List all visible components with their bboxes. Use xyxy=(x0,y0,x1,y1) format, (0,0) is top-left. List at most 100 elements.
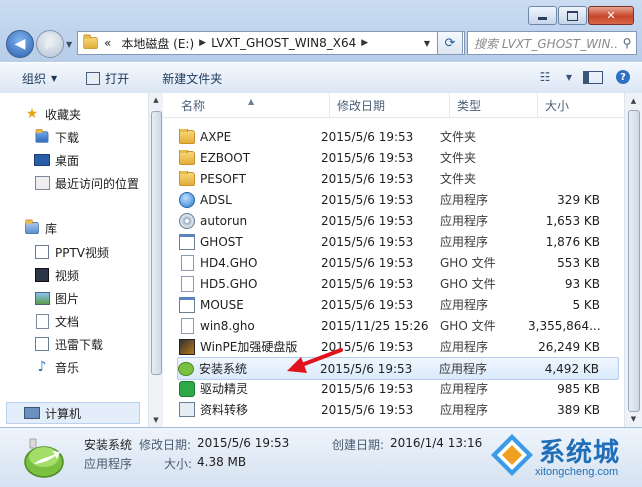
breadcrumb-separator-icon[interactable]: ▶ xyxy=(199,38,206,48)
sidebar-item-libraries[interactable]: 库 xyxy=(24,217,57,239)
file-date: 2015/5/6 19:53 xyxy=(321,213,414,228)
sidebar-item-documents[interactable]: 文档 xyxy=(34,310,79,332)
file-type: 文件夹 xyxy=(440,151,477,165)
sidebar-item-computer[interactable]: 计算机 xyxy=(6,402,140,424)
chevron-down-icon[interactable]: ▼ xyxy=(564,68,574,86)
sidebar-item-favorites[interactable]: ★ 收藏夹 xyxy=(24,103,81,125)
search-box[interactable]: 搜索 LVXT_GHOST_WIN... ⚲ xyxy=(467,31,637,55)
file-size: 553 KB xyxy=(557,255,600,270)
application-icon xyxy=(179,233,195,250)
file-type: 应用程序 xyxy=(440,235,489,249)
file-row[interactable]: WinPE加强硬盘版 2015/5/6 19:53 应用程序 26,249 KB xyxy=(179,336,619,357)
file-size: 329 KB xyxy=(557,192,600,207)
file-row[interactable]: HD5.GHO 2015/5/6 19:53 GHO 文件 93 KB xyxy=(179,273,619,294)
column-headers: 名称 ▲ 修改日期 类型 大小 xyxy=(163,93,642,118)
file-size: 1,876 KB xyxy=(545,234,600,249)
file-name: 驱动精灵 xyxy=(200,382,249,396)
details-modified-value: 2015/5/6 19:53 xyxy=(197,436,290,450)
sidebar-item-desktop[interactable]: 桌面 xyxy=(34,149,79,171)
file-type: 文件夹 xyxy=(440,172,477,186)
file-list: 名称 ▲ 修改日期 类型 大小 AXPE 2015/5/6 19:53 文件夹 EZB… xyxy=(163,93,642,427)
preview-pane-icon[interactable] xyxy=(582,68,604,86)
breadcrumb-folder[interactable]: LVXT_GHOST_WIN8_X64 xyxy=(206,36,361,50)
forward-button[interactable]: ▶ xyxy=(36,30,64,58)
file-type: GHO 文件 xyxy=(440,319,496,333)
scroll-down-icon[interactable]: ▼ xyxy=(149,413,163,427)
sidebar-item-recent[interactable]: 最近访问的位置 xyxy=(34,172,139,194)
history-dropdown-icon[interactable]: ▼ xyxy=(66,40,76,49)
file-size: 389 KB xyxy=(557,402,600,417)
address-bar[interactable]: « 本地磁盘 (E:) ▶ LVXT_GHOST_WIN8_X64 ▶ xyxy=(77,31,465,55)
file-type: 应用程序 xyxy=(440,403,489,417)
breadcrumb-overflow[interactable]: « xyxy=(99,36,116,50)
file-date: 2015/5/6 19:53 xyxy=(321,129,414,144)
file-row[interactable]: 安装系统 2015/5/6 19:53 应用程序 4,492 KB xyxy=(177,357,619,380)
scroll-up-icon[interactable]: ▲ xyxy=(149,93,163,107)
open-button[interactable]: 打开 xyxy=(68,70,140,87)
file-row[interactable]: MOUSE 2015/5/6 19:53 应用程序 5 KB xyxy=(179,294,619,315)
back-button[interactable]: ◀ xyxy=(6,30,34,58)
minimize-button[interactable] xyxy=(528,6,557,25)
maximize-button[interactable] xyxy=(558,6,587,25)
file-icon xyxy=(179,254,195,271)
close-icon: ✕ xyxy=(606,9,616,22)
details-type-value: 应用程序 xyxy=(84,457,133,471)
view-options-icon[interactable]: ☷ xyxy=(534,68,556,86)
organize-button[interactable]: 组织 ▼ xyxy=(0,70,68,87)
file-row[interactable]: AXPE 2015/5/6 19:53 文件夹 xyxy=(179,126,619,147)
address-dropdown-icon[interactable]: ▼ xyxy=(419,32,435,54)
sidebar-item-videos[interactable]: 视频 xyxy=(34,264,79,286)
search-input[interactable]: 搜索 LVXT_GHOST_WIN... xyxy=(468,35,618,52)
xitongcheng-logo-icon xyxy=(491,434,533,476)
file-name: EZBOOT xyxy=(200,150,251,165)
navigation-scrollbar[interactable]: ▲ ▼ xyxy=(148,93,163,427)
file-row[interactable]: autorun 2015/5/6 19:53 应用程序 1,653 KB xyxy=(179,210,619,231)
file-list-scrollbar[interactable]: ▲ ▼ xyxy=(624,93,642,427)
breadcrumb-separator-icon[interactable]: ▶ xyxy=(361,38,368,48)
sidebar-item-downloads[interactable]: 下载 xyxy=(34,126,79,148)
view-controls: ☷ ▼ ? xyxy=(534,68,634,86)
file-size: 26,249 KB xyxy=(538,339,600,354)
column-header-type[interactable]: 类型 xyxy=(450,93,538,117)
sidebar-item-pptv[interactable]: PPTV视频 xyxy=(34,241,109,263)
open-label: 打开 xyxy=(105,71,130,86)
file-row[interactable]: 驱动精灵 2015/5/6 19:53 应用程序 985 KB xyxy=(179,378,619,399)
sidebar-item-thunder[interactable]: 迅雷下载 xyxy=(34,333,103,355)
column-header-size[interactable]: 大小 xyxy=(538,93,624,117)
file-row[interactable]: PESOFT 2015/5/6 19:53 文件夹 xyxy=(179,168,619,189)
picture-icon xyxy=(34,290,50,306)
star-icon: ★ xyxy=(25,106,39,122)
file-name: PESOFT xyxy=(200,171,246,186)
scroll-thumb[interactable] xyxy=(628,110,640,412)
music-icon: ♪ xyxy=(37,359,47,375)
explorer-window: ✕ ◀ ▶ ▼ « 本地磁盘 (E:) ▶ LVXT_GHOST_WIN8_X6… xyxy=(0,0,642,487)
annotation-arrow-icon xyxy=(287,348,343,373)
scroll-thumb[interactable] xyxy=(151,111,162,375)
scroll-up-icon[interactable]: ▲ xyxy=(625,93,642,109)
file-size: 985 KB xyxy=(557,381,600,396)
search-icon[interactable]: ⚲ xyxy=(618,36,636,50)
file-row[interactable]: 资料转移 2015/5/6 19:53 应用程序 389 KB xyxy=(179,399,619,420)
close-button[interactable]: ✕ xyxy=(588,6,634,25)
refresh-button[interactable]: ⟳ xyxy=(437,31,463,55)
driver-genius-icon xyxy=(179,380,195,397)
sidebar-item-pictures[interactable]: 图片 xyxy=(34,287,79,309)
details-file-name: 安装系统 xyxy=(84,438,133,452)
sidebar-item-music[interactable]: ♪ 音乐 xyxy=(34,356,79,378)
column-header-date[interactable]: 修改日期 xyxy=(330,93,450,117)
refresh-icon: ⟳ xyxy=(444,35,456,51)
breadcrumb-drive[interactable]: 本地磁盘 (E:) xyxy=(116,35,199,52)
folder-icon xyxy=(82,34,99,50)
open-icon xyxy=(86,71,101,85)
column-header-name[interactable]: 名称 ▲ xyxy=(163,93,330,117)
file-row[interactable]: win8.gho 2015/11/25 15:26 GHO 文件 3,355,864.… xyxy=(179,315,619,336)
file-date: 2015/11/25 15:26 xyxy=(321,318,429,333)
file-row[interactable]: GHOST 2015/5/6 19:53 应用程序 1,876 KB xyxy=(179,231,619,252)
scroll-down-icon[interactable]: ▼ xyxy=(625,411,642,427)
help-icon[interactable]: ? xyxy=(612,68,634,86)
new-folder-button[interactable]: 新建文件夹 xyxy=(140,70,233,87)
file-row[interactable]: ADSL 2015/5/6 19:53 应用程序 329 KB xyxy=(179,189,619,210)
file-row[interactable]: HD4.GHO 2015/5/6 19:53 GHO 文件 553 KB xyxy=(179,252,619,273)
file-row[interactable]: EZBOOT 2015/5/6 19:53 文件夹 xyxy=(179,147,619,168)
file-type: 应用程序 xyxy=(440,382,489,396)
